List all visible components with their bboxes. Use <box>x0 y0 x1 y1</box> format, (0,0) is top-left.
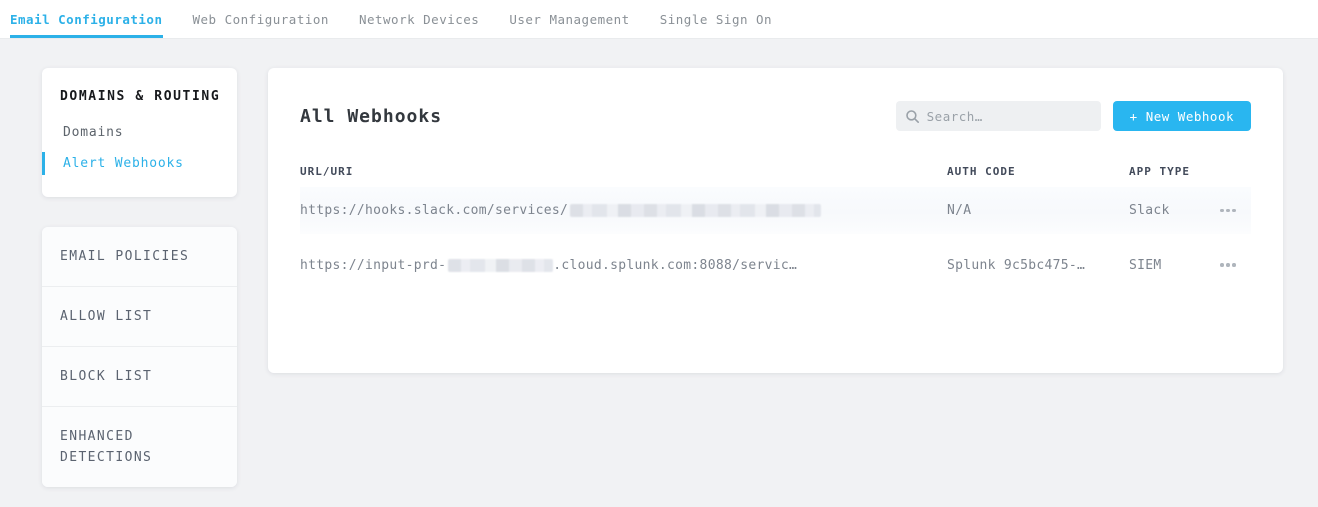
sidebar-item-email-policies[interactable]: EMAIL POLICIES <box>42 227 237 287</box>
ellipsis-icon <box>1220 209 1224 213</box>
table-row-slack-webhook[interactable]: https://hooks.slack.com/services/ N/A Sl… <box>300 187 1251 234</box>
header-actions: + New Webhook <box>896 101 1251 131</box>
webhook-url-prefix: https://hooks.slack.com/services/ <box>300 203 568 218</box>
webhook-url-cell: https://hooks.slack.com/services/ <box>300 203 947 218</box>
tab-email-configuration[interactable]: Email Configuration <box>10 0 163 38</box>
app-type-cell: SIEM <box>1129 258 1205 273</box>
search-box[interactable] <box>896 101 1101 131</box>
page-title: All Webhooks <box>300 106 442 127</box>
new-webhook-button[interactable]: + New Webhook <box>1113 101 1251 131</box>
sidebar-item-alert-webhooks[interactable]: Alert Webhooks <box>42 152 219 175</box>
column-header-auth-code: AUTH CODE <box>947 165 1129 178</box>
domains-routing-heading: DOMAINS & ROUTING <box>60 89 219 104</box>
search-icon <box>906 110 919 123</box>
sidebar-item-enhanced-detections[interactable]: ENHANCED DETECTIONS <box>42 407 237 487</box>
top-navigation: Email Configuration Web Configuration Ne… <box>0 0 1318 39</box>
tab-user-management[interactable]: User Management <box>509 0 629 38</box>
tab-single-sign-on[interactable]: Single Sign On <box>660 0 772 38</box>
ellipsis-icon <box>1220 263 1224 267</box>
auth-code-cell: N/A <box>947 203 1129 218</box>
webhooks-table: URL/URI AUTH CODE APP TYPE https://hooks… <box>300 155 1251 296</box>
column-header-url: URL/URI <box>300 165 947 178</box>
row-menu-button[interactable] <box>1205 234 1251 296</box>
tab-web-configuration[interactable]: Web Configuration <box>193 0 329 38</box>
webhook-url-cell: https://input-prd- .cloud.splunk.com:808… <box>300 258 947 273</box>
sidebar: DOMAINS & ROUTING Domains Alert Webhooks… <box>42 68 237 487</box>
webhook-url-suffix: .cloud.splunk.com:8088/servic… <box>553 258 797 273</box>
row-menu-button[interactable] <box>1205 187 1251 234</box>
domains-routing-card: DOMAINS & ROUTING Domains Alert Webhooks <box>42 68 237 197</box>
webhooks-header: All Webhooks + New Webhook <box>300 68 1251 131</box>
sidebar-sections-card: EMAIL POLICIES ALLOW LIST BLOCK LIST ENH… <box>42 227 237 487</box>
sidebar-item-block-list[interactable]: BLOCK LIST <box>42 347 237 407</box>
page-content: DOMAINS & ROUTING Domains Alert Webhooks… <box>0 39 1318 487</box>
column-header-app-type: APP TYPE <box>1129 165 1205 178</box>
tab-network-devices[interactable]: Network Devices <box>359 0 479 38</box>
table-header-row: URL/URI AUTH CODE APP TYPE <box>300 155 1251 187</box>
sidebar-item-allow-list[interactable]: ALLOW LIST <box>42 287 237 347</box>
app-type-cell: Slack <box>1129 203 1205 218</box>
table-row-splunk-webhook[interactable]: https://input-prd- .cloud.splunk.com:808… <box>300 234 1251 296</box>
search-input[interactable] <box>927 109 1091 124</box>
sidebar-item-domains[interactable]: Domains <box>42 121 219 144</box>
webhook-url-prefix: https://input-prd- <box>300 258 446 273</box>
redacted-url-segment <box>448 259 553 272</box>
redacted-url-segment <box>570 204 821 217</box>
webhooks-panel: All Webhooks + New Webhook URL/URI AUTH … <box>268 68 1283 373</box>
auth-code-cell: Splunk 9c5bc475-… <box>947 258 1129 273</box>
